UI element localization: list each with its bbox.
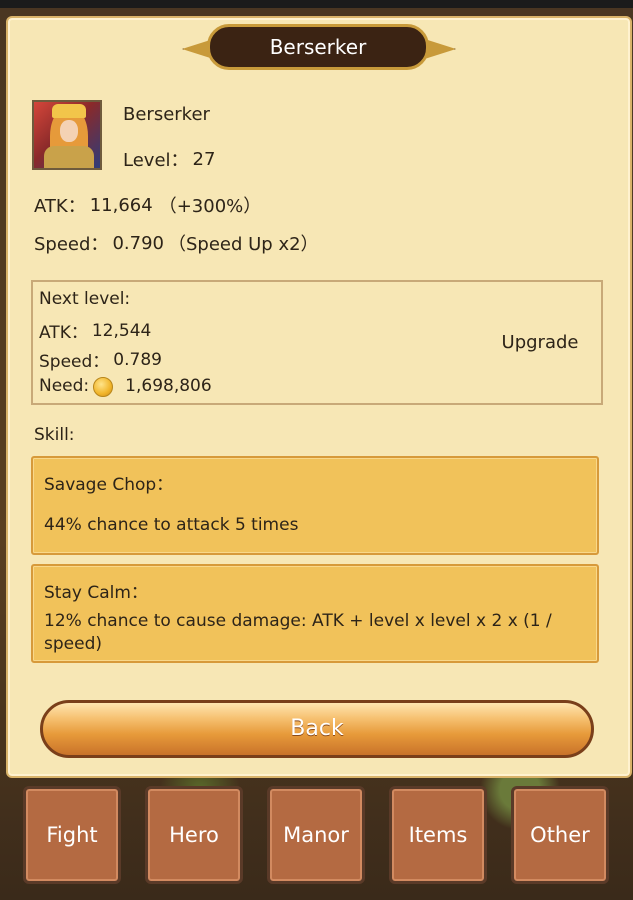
tab-items[interactable]: Items (389, 786, 487, 884)
tab-fight[interactable]: Fight (23, 786, 121, 884)
need-value: 1,698,806 (125, 376, 212, 396)
upgrade-cost: Need: 1,698,806 (39, 376, 212, 397)
upgrade-button[interactable]: Upgrade (485, 325, 595, 361)
back-button[interactable]: Back (40, 700, 594, 758)
skill-title: Stay Calm： (44, 583, 148, 603)
bottom-tab-bar: Fight Hero Manor Items Other (0, 778, 633, 900)
atk-value: 11,664 (89, 194, 153, 216)
speed-value: 0.790 (112, 232, 164, 254)
gold-coin-icon (93, 377, 114, 397)
skill-description: 44% chance to attack 5 times (44, 515, 299, 535)
speed-stat: Speed： 0.790 （Speed Up x2） (34, 230, 319, 256)
skill-title: Savage Chop： (44, 475, 174, 495)
atk-stat: ATK： 11,664 （+300%） (34, 192, 261, 218)
atk-label: ATK： (34, 196, 86, 217)
skill-description: 12% chance to cause damage: ATK + level … (44, 611, 552, 654)
next-atk-value: 12,544 (91, 320, 152, 341)
next-speed-label: Speed： (39, 352, 110, 372)
next-speed: Speed： 0.789 (39, 347, 162, 373)
level-value: 27 (192, 148, 216, 170)
next-atk: ATK： 12,544 (39, 318, 152, 344)
tab-other[interactable]: Other (511, 786, 609, 884)
next-speed-value: 0.789 (113, 349, 162, 370)
atk-bonus: （+300%） (158, 196, 262, 217)
status-bar (0, 0, 633, 8)
skill-card: Stay Calm： 12% chance to cause damage: A… (31, 564, 599, 663)
hero-portrait (32, 100, 102, 170)
skill-card: Savage Chop： 44% chance to attack 5 time… (31, 456, 599, 555)
speed-label: Speed： (34, 234, 109, 255)
level-label: Level： (123, 150, 189, 171)
tab-manor[interactable]: Manor (267, 786, 365, 884)
need-label: Need: (39, 376, 90, 396)
tab-hero[interactable]: Hero (145, 786, 243, 884)
skill-heading: Skill: (34, 425, 75, 445)
title-banner: Berserker (0, 22, 633, 74)
hero-name: Berserker (123, 104, 210, 125)
speed-bonus: （Speed Up x2） (167, 234, 319, 255)
page-title: Berserker (207, 24, 429, 70)
next-atk-label: ATK： (39, 323, 88, 343)
hero-level: Level： 27 (123, 146, 215, 172)
next-level-heading: Next level: (39, 289, 131, 309)
